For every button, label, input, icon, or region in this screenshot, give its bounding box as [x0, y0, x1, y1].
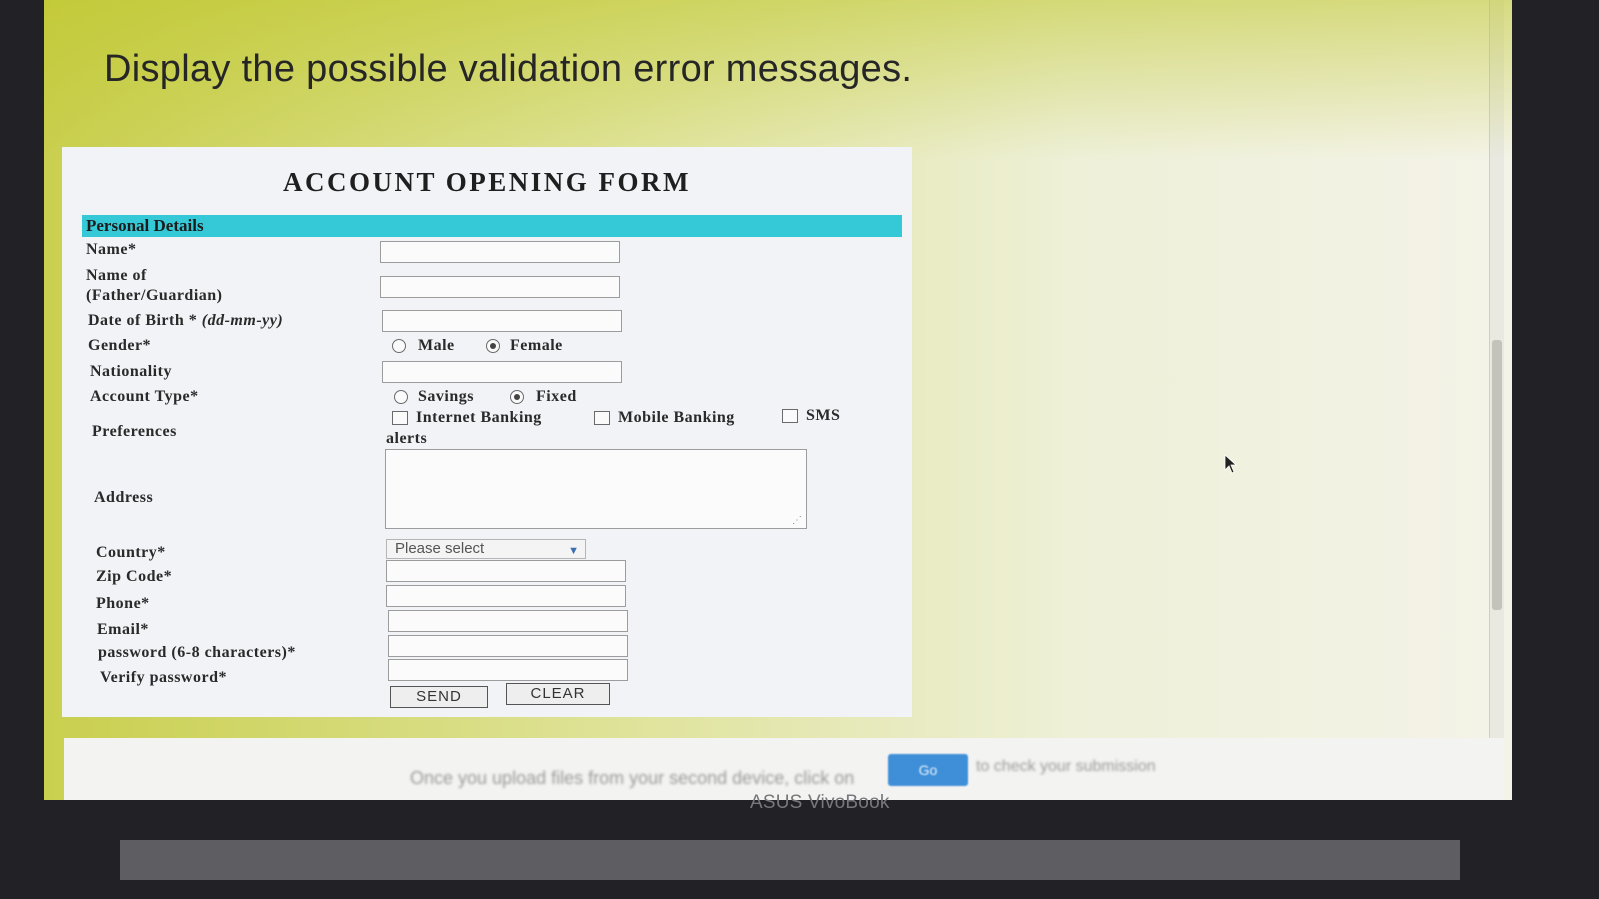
email-input[interactable] [388, 610, 628, 632]
internet-banking-checkbox[interactable] [392, 411, 408, 425]
verify-password-label: Verify password* [100, 669, 227, 686]
clear-button[interactable]: CLEAR [506, 683, 610, 705]
account-type-savings-radio[interactable] [394, 390, 408, 404]
country-label: Country* [96, 544, 166, 561]
address-label: Address [94, 489, 154, 506]
gender-female-label: Female [510, 337, 563, 354]
mobile-banking-checkbox[interactable] [594, 411, 610, 425]
dob-label: Date of Birth * (dd-mm-yy) [88, 312, 283, 330]
account-type-fixed-radio[interactable] [510, 390, 524, 404]
send-button[interactable]: SEND [390, 686, 488, 708]
password-input[interactable] [388, 635, 628, 657]
verify-password-input[interactable] [388, 659, 628, 681]
vertical-scrollbar[interactable] [1489, 0, 1504, 750]
preferences-label: Preferences [92, 423, 177, 440]
gender-male-label: Male [418, 337, 455, 354]
name-label: Name* [86, 241, 137, 258]
mouse-pointer-icon [1224, 454, 1238, 474]
laptop-brand-label: ASUS VivoBook [750, 792, 890, 813]
dob-input[interactable] [382, 310, 622, 332]
email-label: Email* [97, 621, 149, 638]
nationality-label: Nationality [90, 363, 172, 380]
father-guardian-label-line1: Name of [86, 267, 147, 284]
nationality-input[interactable] [382, 361, 622, 383]
phone-label: Phone* [96, 595, 150, 612]
gender-male-radio[interactable] [392, 339, 406, 353]
name-input[interactable] [380, 241, 620, 263]
form-title: ACCOUNT OPENING FORM [282, 167, 691, 197]
scrollbar-thumb[interactable] [1492, 340, 1502, 610]
address-textarea[interactable]: ⋰ [385, 449, 807, 529]
account-type-fixed-label: Fixed [536, 388, 577, 405]
password-label: password (6-8 characters)* [98, 644, 296, 661]
chevron-down-icon: ▼ [568, 545, 579, 557]
gender-female-radio[interactable] [486, 339, 500, 353]
footer-instruction-text: Once you upload files from your second d… [410, 768, 855, 788]
phone-input[interactable] [386, 585, 626, 607]
account-type-label: Account Type* [90, 388, 199, 405]
internet-banking-label: Internet Banking [416, 409, 542, 426]
zip-code-label: Zip Code* [96, 568, 173, 585]
father-guardian-input[interactable] [380, 276, 620, 298]
account-type-savings-label: Savings [418, 388, 474, 405]
country-select-value: Please select [395, 540, 485, 557]
section-title: Personal Details [86, 216, 204, 235]
resize-grip-icon[interactable]: ⋰ [792, 515, 802, 526]
gender-label: Gender* [88, 337, 152, 354]
section-header-bar: Personal Details [82, 215, 902, 237]
sms-alerts-label-wrap: alerts [386, 430, 428, 447]
mobile-banking-label: Mobile Banking [618, 409, 735, 426]
footer-go-button[interactable]: Go [888, 754, 968, 786]
laptop-hinge [120, 840, 1460, 880]
sms-alerts-label: SMS [806, 407, 841, 424]
footer-instruction-text-after: to check your submission [976, 758, 1156, 775]
country-select[interactable]: Please select ▼ [386, 539, 586, 559]
zip-code-input[interactable] [386, 560, 626, 582]
father-guardian-label-line2: (Father/Guardian) [86, 287, 223, 304]
slide-title: Display the possible validation error me… [104, 48, 913, 90]
sms-alerts-checkbox[interactable] [782, 409, 798, 423]
dob-format-hint: (dd-mm-yy) [201, 312, 284, 329]
dob-label-text: Date of Birth * [88, 312, 198, 329]
account-opening-form: ACCOUNT OPENING FORM Personal Details Na… [62, 147, 912, 717]
